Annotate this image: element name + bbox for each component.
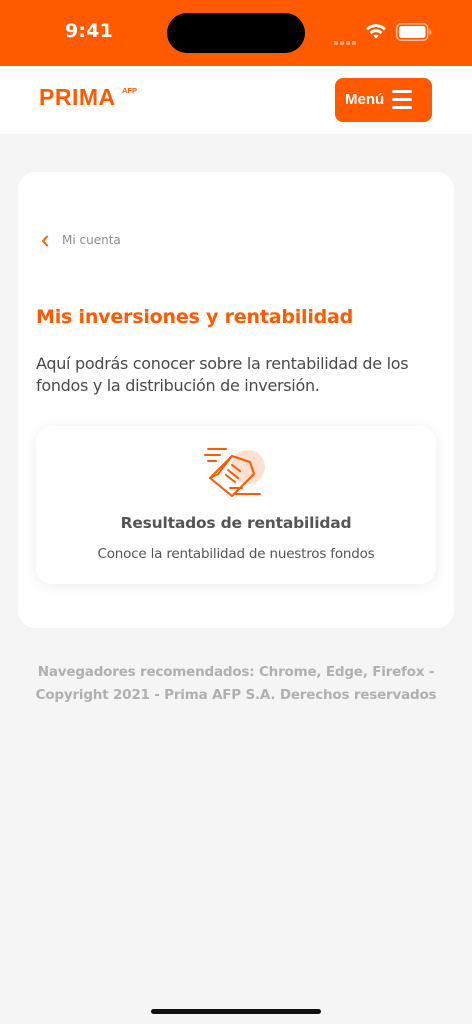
chevron-left-icon <box>42 235 48 247</box>
wifi-icon <box>366 24 386 39</box>
status-bar: 9:41 <box>0 0 472 66</box>
top-header: PRIMA AFP Menú <box>0 66 472 134</box>
rentabilidad-results-card[interactable]: Resultados de rentabilidad Conoce la ren… <box>36 426 436 584</box>
battery-icon <box>396 23 432 41</box>
result-card-subtitle: Conoce la rentabilidad de nuestros fondo… <box>97 546 375 562</box>
dynamic-island <box>167 13 305 53</box>
document-icon <box>204 448 265 497</box>
prima-logo[interactable]: PRIMA <box>39 84 116 111</box>
home-indicator[interactable] <box>151 1009 321 1014</box>
page-title: Mis inversiones y rentabilidad <box>36 306 354 328</box>
menu-button[interactable]: Menú <box>335 78 432 122</box>
menu-button-label: Menú <box>345 91 385 108</box>
hamburger-icon <box>392 90 412 110</box>
cellular-signal-icon <box>334 30 358 49</box>
footer: Navegadores recomendados: Chrome, Edge, … <box>20 661 452 707</box>
status-time: 9:41 <box>64 20 114 42</box>
content-card: Mi cuenta Mis inversiones y rentabilidad… <box>18 172 454 628</box>
result-card-title: Resultados de rentabilidad <box>120 514 352 532</box>
logo-afp-superscript: AFP <box>122 86 137 95</box>
breadcrumb-label: Mi cuenta <box>62 233 121 247</box>
page-description: Aquí podrás conocer sobre la rentabilida… <box>36 354 409 395</box>
footer-copyright-text: Copyright 2021 - Prima AFP S.A. Derechos… <box>35 687 437 703</box>
footer-browsers-text: Navegadores recomendados: Chrome, Edge, … <box>37 664 435 680</box>
